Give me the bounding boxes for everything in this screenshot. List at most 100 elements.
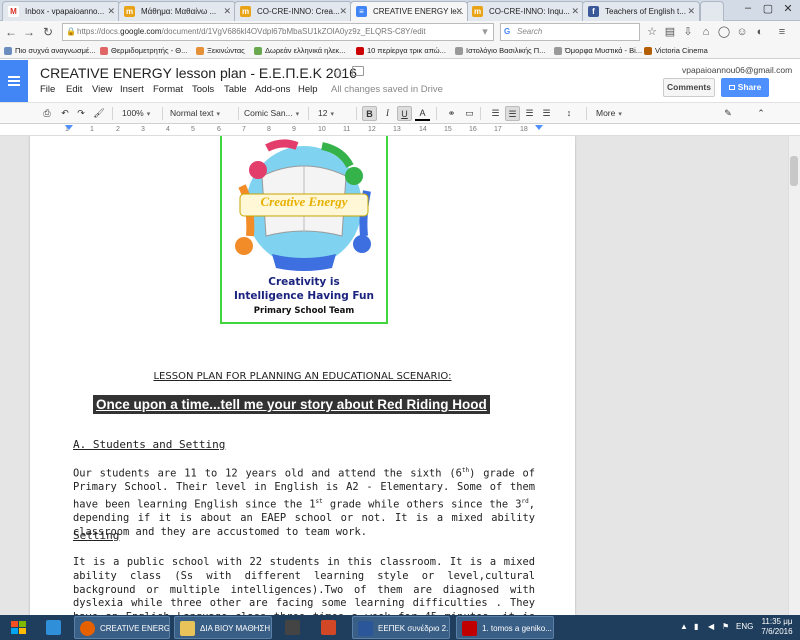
bookmark-item[interactable]: Πιο συχνά αναγνωσμέ...	[4, 44, 96, 58]
menu-file[interactable]: File	[40, 84, 55, 95]
underline-button[interactable]: U	[397, 106, 412, 121]
reading-list-icon[interactable]: ▤	[663, 24, 677, 40]
new-tab-button[interactable]	[700, 1, 724, 21]
dropdown-icon[interactable]: ▾	[478, 24, 492, 40]
network-icon[interactable]: ▮	[694, 622, 698, 631]
url-path: /document/d/1VgV686kl4OVdpl67bMbaSU1kZOl…	[161, 27, 426, 36]
back-icon[interactable]: ←	[3, 24, 19, 40]
creative-energy-logo[interactable]: Creative Energy Creativity is Intelligen…	[220, 136, 388, 324]
editing-mode-icon[interactable]: ✎	[720, 106, 736, 121]
account-email[interactable]: vpapaioannou06@gmail.com	[682, 65, 792, 75]
bookmark-item[interactable]: Θερμιδομετρητής - Θ...	[100, 44, 187, 58]
volume-icon[interactable]: ◀	[708, 622, 714, 631]
undo-icon[interactable]: ↶	[58, 106, 72, 121]
star-icon[interactable]: ☆	[645, 24, 659, 40]
browser-tab[interactable]: m Μάθημα: Μαθαίνω ... ✕	[118, 1, 236, 21]
bookmark-item[interactable]: Όμορφα Μυστικά - Βi...	[554, 44, 642, 58]
flag-icon[interactable]: ⚑	[722, 622, 729, 631]
bookmark-item[interactable]: Ιστολόγιο Βασιλικής Π...	[455, 44, 545, 58]
menu-insert[interactable]: Insert	[120, 84, 144, 95]
close-icon[interactable]: ✕	[107, 2, 115, 21]
right-indent-marker[interactable]	[535, 125, 543, 130]
close-icon[interactable]: ✕	[339, 2, 347, 21]
font-size-select[interactable]: 12	[318, 106, 352, 121]
home-icon[interactable]: ⌂	[699, 24, 713, 40]
folder-icon[interactable]	[352, 66, 364, 76]
bookmark-item[interactable]: 10 περίεργα τρικ απώ...	[356, 44, 446, 58]
font-select[interactable]: Comic San...	[244, 106, 306, 121]
more-menu[interactable]: More	[596, 106, 632, 121]
windows-start-icon[interactable]	[6, 618, 32, 638]
browser-tab[interactable]: m CO-CRE-INNO: Inqu... ✕	[466, 1, 584, 21]
reload-icon[interactable]: ↻	[40, 24, 56, 40]
comment-icon[interactable]: ▭	[462, 106, 477, 121]
search-input[interactable]: G Search	[500, 23, 640, 41]
chat-icon[interactable]: ◯	[717, 24, 731, 40]
italic-button[interactable]: I	[380, 106, 395, 121]
taskbar-ie[interactable]	[40, 616, 68, 639]
browser-tab[interactable]: m CO-CRE-INNO: Crea... ✕	[234, 1, 352, 21]
text-color-button[interactable]: A	[415, 106, 430, 121]
taskbar-pdf[interactable]: 1. tomos a geniko...	[456, 616, 554, 639]
menu-edit[interactable]: Edit	[66, 84, 82, 95]
browser-tab[interactable]: f Teachers of English t... ✕	[582, 1, 700, 21]
url-prefix: https://docs.	[77, 27, 121, 36]
taskbar-app[interactable]	[280, 616, 308, 639]
redo-icon[interactable]: ↷	[74, 106, 88, 121]
menu-view[interactable]: View	[92, 84, 112, 95]
bookmark-item[interactable]: Δωρεάν ελληνικά ηλεκ...	[254, 44, 345, 58]
document-title[interactable]: CREATIVE ENERGY lesson plan - Ε.Ε.Π.Ε.Κ …	[40, 65, 357, 81]
document-page[interactable]: Creative Energy Creativity is Intelligen…	[30, 136, 575, 615]
align-center-icon[interactable]: ☰	[505, 106, 520, 121]
language-indicator[interactable]: ENG	[736, 622, 753, 631]
align-right-icon[interactable]: ☰	[522, 106, 537, 121]
maximize-icon[interactable]: ▢	[760, 2, 776, 15]
bookmark-item[interactable]: Victoria Cinema	[644, 44, 708, 58]
text-run: Our students are 11 to 12 years old and …	[73, 467, 462, 480]
browser-tab-active[interactable]: ≡ CREATIVE ENERGY le... ✕	[350, 1, 468, 21]
tray-arrow-icon[interactable]: ▲	[680, 622, 688, 631]
line-spacing-icon[interactable]: ↕	[560, 106, 578, 121]
shield-icon[interactable]: ◐	[753, 24, 767, 40]
star-icon[interactable]: ☆	[333, 66, 345, 82]
zoom-select[interactable]: 100%	[122, 106, 162, 121]
close-icon[interactable]: ✕	[687, 2, 695, 21]
scrollbar-thumb[interactable]	[790, 156, 798, 186]
download-icon[interactable]: ⇩	[681, 24, 695, 40]
comments-button[interactable]: Comments	[663, 78, 715, 97]
menu-tools[interactable]: Tools	[192, 84, 214, 95]
close-icon[interactable]: ✕	[571, 2, 579, 21]
url-bar[interactable]: 🔒 https://docs.google.com/document/d/1Vg…	[62, 23, 494, 41]
system-clock[interactable]: 11:35 μμ 7/6/2016	[758, 617, 796, 637]
share-button[interactable]: Share	[721, 78, 769, 97]
align-left-icon[interactable]: ☰	[488, 106, 503, 121]
print-icon[interactable]: ⎙	[40, 106, 54, 121]
menu-format[interactable]: Format	[153, 84, 183, 95]
vertical-scrollbar[interactable]	[788, 136, 800, 615]
menu-table[interactable]: Table	[224, 84, 247, 95]
bookmark-label: Victoria Cinema	[655, 46, 708, 55]
menu-icon[interactable]: ≡	[775, 24, 789, 40]
link-icon[interactable]: ⚭	[444, 106, 459, 121]
minimize-icon[interactable]: –	[740, 2, 756, 14]
close-window-icon[interactable]: ✕	[780, 2, 796, 15]
bookmark-item[interactable]: Ξεκινώντας	[196, 44, 245, 58]
taskbar-folder[interactable]: ΔΙΑ ΒΙΟΥ ΜΑΘΗΣΗ	[174, 616, 272, 639]
close-icon[interactable]: ✕	[223, 2, 231, 21]
extension-icon[interactable]: ☺	[735, 24, 749, 40]
menu-help[interactable]: Help	[298, 84, 318, 95]
left-indent-marker[interactable]	[65, 125, 73, 130]
taskbar-word[interactable]: ΕΕΠΕΚ συνέδριο 2...	[352, 616, 450, 639]
menu-addons[interactable]: Add-ons	[255, 84, 290, 95]
style-select[interactable]: Normal text	[170, 106, 236, 121]
paint-format-icon[interactable]: 🖌	[92, 106, 106, 121]
taskbar-app[interactable]	[316, 616, 344, 639]
taskbar-firefox[interactable]: CREATIVE ENERG...	[74, 616, 170, 639]
bold-button[interactable]: B	[362, 106, 377, 121]
forward-icon[interactable]: →	[21, 24, 37, 40]
browser-tab[interactable]: M Inbox - vpapaioanno... ✕	[2, 1, 120, 21]
close-icon[interactable]: ✕	[455, 2, 463, 21]
docs-home-icon[interactable]	[0, 60, 28, 102]
collapse-menu-icon[interactable]: ⌃	[753, 106, 769, 121]
align-justify-icon[interactable]: ☰	[539, 106, 554, 121]
